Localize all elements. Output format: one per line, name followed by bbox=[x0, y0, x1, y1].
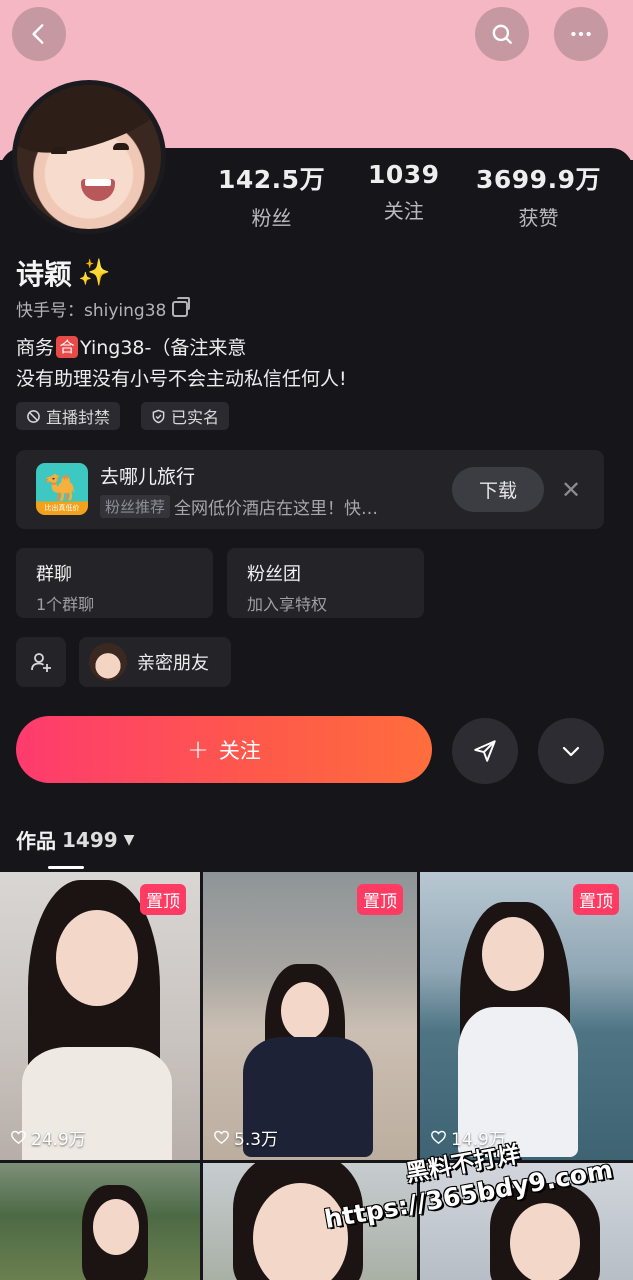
follow-button[interactable]: + 关注 bbox=[16, 716, 432, 783]
chevron-left-icon bbox=[32, 24, 44, 44]
heart-icon bbox=[11, 1130, 26, 1145]
fan-club-title: 粉丝团 bbox=[247, 564, 301, 585]
copy-icon[interactable] bbox=[172, 296, 191, 317]
search-button[interactable] bbox=[475, 7, 529, 61]
like-count: 24.9万 bbox=[10, 1125, 86, 1150]
video-thumbnail[interactable] bbox=[0, 1163, 200, 1280]
stat-following-value: 1039 bbox=[368, 160, 440, 189]
ad-chip: 粉丝推荐 bbox=[100, 495, 171, 518]
tab-indicator bbox=[48, 866, 84, 869]
stat-likes[interactable]: 3699.9万 获赞 bbox=[476, 160, 601, 231]
expand-button[interactable] bbox=[538, 718, 604, 784]
send-icon bbox=[474, 740, 496, 762]
works-count: 1499 bbox=[62, 827, 118, 852]
stat-likes-value: 3699.9万 bbox=[476, 165, 601, 194]
video-thumbnail[interactable]: 置顶 14.9万 bbox=[420, 872, 633, 1160]
stat-fans-label: 粉丝 bbox=[251, 206, 292, 230]
video-thumbnail[interactable]: 置顶 24.9万 bbox=[0, 872, 200, 1160]
camel-icon: 🐪 bbox=[44, 473, 77, 503]
bio-prefix: 商务 bbox=[16, 337, 55, 359]
avatar[interactable] bbox=[12, 80, 166, 234]
chevron-down-icon bbox=[562, 746, 580, 757]
bio-line-2: 没有助理没有小号不会主动私信任何人! bbox=[16, 368, 347, 390]
works-label: 作品 bbox=[16, 829, 56, 853]
tag-live-banned[interactable]: 直播封禁 bbox=[16, 402, 121, 430]
heart-icon bbox=[431, 1130, 446, 1145]
qunar-logo: 🐪 比出真低价 bbox=[36, 463, 88, 515]
group-chat-sub: 1个群聊 bbox=[36, 595, 95, 614]
like-count-value: 24.9万 bbox=[31, 1130, 86, 1150]
send-message-button[interactable] bbox=[452, 718, 518, 784]
group-chat-card[interactable]: 群聊 1个群聊 bbox=[16, 548, 213, 618]
avatar-image bbox=[17, 85, 161, 229]
stat-following[interactable]: 1039 关注 bbox=[368, 160, 440, 224]
more-button[interactable] bbox=[554, 7, 608, 61]
tag-verified-label: 已实名 bbox=[171, 408, 220, 427]
pinned-badge: 置顶 bbox=[140, 884, 186, 915]
group-chat-title: 群聊 bbox=[36, 564, 72, 585]
like-count: 5.3万 bbox=[213, 1125, 278, 1150]
close-friend-label: 亲密朋友 bbox=[137, 653, 209, 674]
shield-check-icon bbox=[152, 409, 165, 423]
kuaishou-id: 快手号：shiying38 bbox=[16, 301, 167, 321]
ad-banner[interactable]: 🐪 比出真低价 去哪儿旅行 粉丝推荐 全网低价酒店在这里！快… 下载 ✕ bbox=[16, 450, 604, 529]
tag-live-banned-label: 直播封禁 bbox=[46, 408, 111, 427]
ban-icon bbox=[27, 409, 40, 423]
more-dots-icon bbox=[571, 31, 591, 37]
sparkle-icon: ✨ bbox=[78, 258, 111, 288]
stat-fans[interactable]: 142.5万 粉丝 bbox=[218, 160, 325, 231]
he-badge-icon: 合 bbox=[56, 335, 79, 358]
profile-name: 诗颖 ✨ bbox=[16, 253, 110, 293]
video-thumbnail[interactable]: 置顶 5.3万 bbox=[203, 872, 417, 1160]
stat-likes-label: 获赞 bbox=[518, 206, 559, 230]
close-icon[interactable]: ✕ bbox=[561, 476, 581, 504]
pinned-badge: 置顶 bbox=[573, 884, 619, 915]
profile-name-text: 诗颖 bbox=[16, 258, 73, 291]
follow-label: 关注 bbox=[218, 738, 261, 763]
ad-download-button[interactable]: 下载 bbox=[452, 467, 544, 512]
ad-subtitle: 粉丝推荐 全网低价酒店在这里！快… bbox=[100, 494, 378, 519]
close-friend-button[interactable]: 亲密朋友 bbox=[79, 637, 231, 687]
search-icon bbox=[492, 24, 512, 44]
kuaishou-id-row: 快手号：shiying38 bbox=[16, 296, 191, 321]
plus-icon: + bbox=[187, 734, 209, 765]
bio-suffix: Ying38-（备注来意 bbox=[80, 337, 247, 359]
ad-description: 全网低价酒店在这里！快… bbox=[174, 499, 379, 519]
tab-works[interactable]: 作品 1499 ▼ bbox=[16, 825, 134, 854]
friend-avatar bbox=[89, 643, 127, 681]
fan-club-card[interactable]: 粉丝团 加入享特权 bbox=[227, 548, 424, 618]
fan-club-sub: 加入享特权 bbox=[247, 595, 328, 614]
add-friend-button[interactable] bbox=[16, 637, 66, 687]
ad-title: 去哪儿旅行 bbox=[100, 466, 196, 488]
caret-down-icon: ▼ bbox=[123, 831, 135, 848]
tag-verified[interactable]: 已实名 bbox=[141, 402, 230, 430]
back-button[interactable] bbox=[12, 7, 66, 61]
stat-fans-value: 142.5万 bbox=[218, 165, 326, 194]
heart-icon bbox=[214, 1130, 229, 1145]
logo-caption: 比出真低价 bbox=[44, 504, 80, 512]
add-user-icon bbox=[31, 653, 51, 672]
stat-following-label: 关注 bbox=[383, 199, 424, 223]
bio-line-1: 商务 合 Ying38-（备注来意 bbox=[16, 333, 246, 360]
like-count-value: 5.3万 bbox=[234, 1130, 279, 1150]
pinned-badge: 置顶 bbox=[357, 884, 403, 915]
